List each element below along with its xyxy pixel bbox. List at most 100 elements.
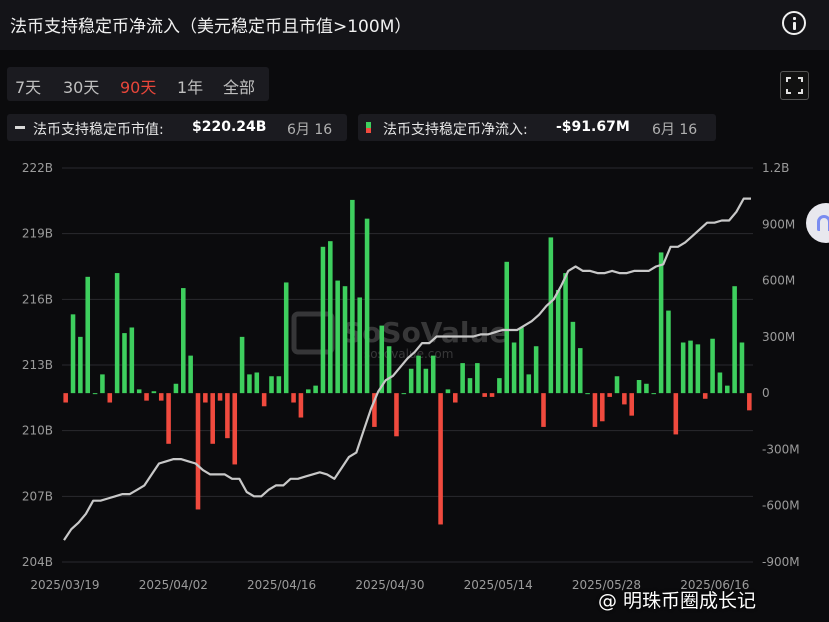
outflow-bar bbox=[592, 393, 598, 427]
inflow-bar bbox=[239, 336, 245, 394]
inflow-bar bbox=[416, 355, 421, 394]
fullscreen-icon[interactable] bbox=[780, 71, 809, 100]
inflow-bar bbox=[276, 376, 282, 394]
tab-30d[interactable]: 30天 bbox=[63, 74, 99, 98]
legend-market-cap: 法币支持稳定币市值: $220.24B 6月 16 bbox=[7, 114, 347, 141]
x-tick-label: 2025/04/02 bbox=[139, 578, 208, 592]
legend-net-inflow-date: 6月 16 bbox=[652, 122, 698, 138]
inflow-bar bbox=[85, 276, 91, 394]
inflow-bar bbox=[401, 393, 407, 395]
inflow-bar bbox=[335, 280, 340, 394]
inflow-bar bbox=[526, 374, 532, 394]
inflow-bar bbox=[100, 374, 105, 394]
right-tick-label: -900M bbox=[762, 555, 800, 569]
inflow-bar bbox=[129, 327, 135, 394]
inflow-bar bbox=[445, 389, 451, 394]
inflow-bar bbox=[342, 286, 348, 394]
inflow-bar bbox=[357, 297, 362, 394]
outflow-bar bbox=[225, 393, 230, 439]
watermark-logo bbox=[291, 311, 335, 355]
inflow-bar bbox=[460, 363, 465, 394]
inflow-bar bbox=[475, 363, 480, 394]
x-tick-label: 2025/03/19 bbox=[30, 578, 99, 592]
right-tick-label: 300M bbox=[762, 330, 795, 344]
x-tick-label: 2025/04/30 bbox=[355, 578, 424, 592]
legend-market-cap-value: $220.24B bbox=[192, 119, 267, 135]
market-cap-line bbox=[63, 197, 751, 541]
tab-90d[interactable]: 90天 bbox=[120, 74, 156, 98]
inflow-bar bbox=[695, 344, 701, 394]
x-tick-label: 2025/04/16 bbox=[247, 578, 316, 592]
left-tick-label: 204B bbox=[22, 555, 53, 569]
inflow-bar bbox=[519, 327, 524, 394]
stablecoin-chart: SoSoValue sosovalue.com 204B 207B 210B 213B… bbox=[22, 161, 800, 592]
outflow-bar bbox=[158, 393, 164, 401]
inflow-bar bbox=[739, 342, 745, 394]
outflow-bar bbox=[607, 393, 612, 397]
legend-net-inflow: 法币支持稳定币净流入: -$91.67M 6月 16 bbox=[358, 114, 716, 141]
inflow-bar bbox=[688, 340, 693, 394]
outflow-bar bbox=[210, 393, 215, 444]
inflow-bar bbox=[386, 346, 392, 394]
inflow-bar bbox=[114, 273, 120, 394]
grid-lines bbox=[62, 167, 753, 563]
watermark: SoSoValue sosovalue.com bbox=[291, 311, 508, 361]
inflow-bar bbox=[636, 380, 642, 394]
inflow-bar bbox=[78, 336, 83, 394]
tab-all[interactable]: 全部 bbox=[223, 74, 255, 98]
inflow-bar bbox=[430, 355, 436, 394]
right-tick-label: 900M bbox=[762, 217, 795, 231]
legend-market-cap-label: 法币支持稳定币市值: bbox=[33, 122, 164, 138]
right-tick-label: 1.2B bbox=[762, 161, 789, 175]
inflow-bar bbox=[644, 383, 649, 394]
left-tick-label: 213B bbox=[22, 358, 53, 372]
outflow-bar bbox=[166, 393, 171, 444]
inflow-bar bbox=[577, 348, 583, 394]
inflow-bar bbox=[680, 342, 686, 394]
outflow-bar bbox=[203, 393, 208, 403]
net-inflow-bars bbox=[63, 199, 752, 525]
outflow-bar bbox=[394, 393, 399, 437]
left-tick-label: 219B bbox=[22, 227, 53, 241]
inflow-bar bbox=[188, 355, 193, 394]
outflow-bar bbox=[261, 393, 267, 407]
inflow-bar bbox=[533, 346, 539, 394]
inflow-bar bbox=[717, 372, 723, 394]
outflow-bar bbox=[489, 393, 495, 397]
outflow-bar bbox=[453, 393, 458, 403]
negative-bar-swatch bbox=[366, 128, 371, 133]
tab-7d[interactable]: 7天 bbox=[15, 74, 41, 98]
left-tick-label: 216B bbox=[22, 292, 53, 306]
inflow-bar bbox=[504, 261, 510, 394]
inflow-bar bbox=[423, 368, 429, 394]
inflow-bar bbox=[364, 218, 370, 394]
page-title: 法币支持稳定币净流入（美元稳定币且市值>100M） bbox=[10, 17, 412, 37]
inflow-bar bbox=[328, 241, 333, 394]
right-tick-label: 600M bbox=[762, 274, 795, 288]
inflow-bar bbox=[497, 378, 502, 394]
inflow-bar bbox=[254, 372, 260, 394]
tab-1y[interactable]: 1年 bbox=[177, 74, 203, 98]
outflow-bar bbox=[482, 393, 487, 397]
inflow-bar bbox=[269, 376, 274, 394]
inflow-bar bbox=[173, 383, 179, 394]
inflow-bar bbox=[181, 288, 186, 394]
inflow-bar bbox=[350, 199, 355, 394]
inflow-bar bbox=[70, 314, 76, 394]
outflow-bar bbox=[747, 393, 752, 411]
left-axis-labels: 204B 207B 210B 213B 216B 219B 222B bbox=[22, 161, 53, 569]
inflow-bar bbox=[92, 393, 98, 395]
inflow-bar bbox=[724, 385, 730, 394]
outflow-bar bbox=[107, 393, 113, 403]
info-icon[interactable] bbox=[782, 11, 806, 35]
inflow-bar bbox=[548, 237, 554, 394]
outflow-bar bbox=[600, 393, 605, 422]
inflow-bar bbox=[585, 393, 590, 395]
legend-market-cap-date: 6月 16 bbox=[287, 122, 333, 138]
inflow-bar bbox=[570, 321, 576, 394]
inflow-bar bbox=[122, 333, 127, 394]
inflow-bar bbox=[320, 246, 326, 394]
outflow-bar bbox=[541, 393, 546, 427]
legend-net-inflow-label: 法币支持稳定币净流入: bbox=[383, 122, 528, 138]
line-series-swatch bbox=[15, 126, 25, 129]
